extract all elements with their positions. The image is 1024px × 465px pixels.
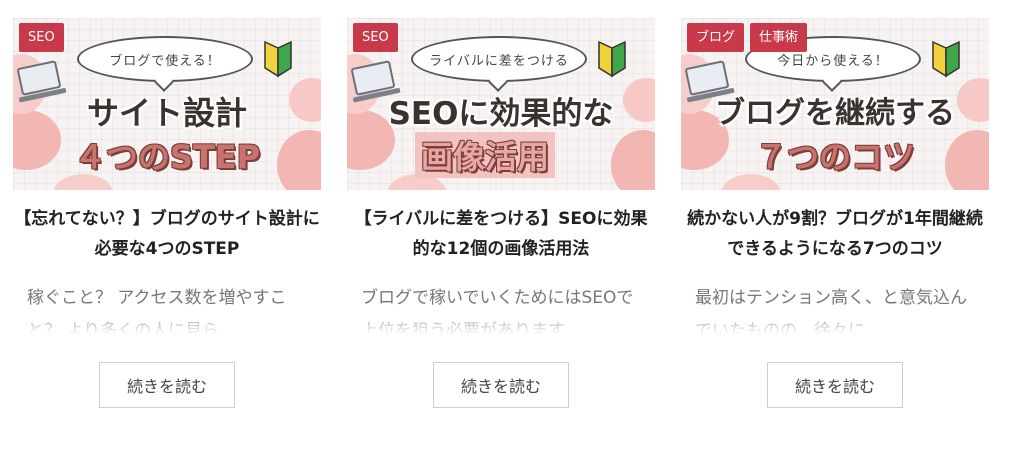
article-title[interactable]: 【ライバルに差をつける】SEOに効果的な12個の画像活用法 [347,204,655,264]
article-card: ブログで使える！ サイト設計 ４つのSTEP SEO 【忘れてない？】ブログのサ… [13,18,321,408]
category-tag[interactable]: SEO [353,23,398,52]
article-title[interactable]: 【忘れてない？】ブログのサイト設計に必要な4つのSTEP [13,204,321,264]
category-tags: SEO [353,23,398,52]
read-more-button[interactable]: 続きを読む [767,362,903,408]
category-tag[interactable]: ブログ [687,23,745,52]
thumbnail-subheadline: 画像活用 [415,132,556,178]
thumbnail-headline: サイト設計 [86,94,247,132]
article-excerpt: 稼ぐこと？ アクセス数を増やすこと？ より多くの人に見ら [27,288,287,338]
article-thumbnail[interactable]: 今日から使える！ ブログを継続する ７つのコツ ブログ 仕事術 [681,18,989,190]
thumbnail-subheadline: ７つのコツ [754,138,915,176]
category-tags: ブログ 仕事術 [687,23,808,52]
article-thumbnail[interactable]: ライバルに差をつける SEOに効果的な 画像活用 SEO [347,18,655,190]
thumbnail-subheadline: ４つのSTEP [73,138,261,176]
thumbnail-headline: ブログを継続する [715,96,955,131]
thumbnail-speech-bubble: ライバルに差をつける [411,36,587,82]
decorative-blob [611,130,655,190]
article-excerpt: 最初はテンション高く、と意気込んでいたものの、徐々に [695,288,967,338]
category-tag[interactable]: SEO [19,23,64,52]
category-tags: SEO [19,23,64,52]
article-excerpt: ブログで稼いでいくためにはSEOで上位を狙う必要があります [361,288,634,338]
beginner-mark-icon [598,40,626,78]
article-card: 今日から使える！ ブログを継続する ７つのコツ ブログ 仕事術 続かない人が9割… [681,18,989,408]
beginner-mark-icon [932,40,960,78]
article-card: ライバルに差をつける SEOに効果的な 画像活用 SEO 【ライバルに差をつける… [347,18,655,408]
read-more-button[interactable]: 続きを読む [433,362,569,408]
thumbnail-speech-bubble: ブログで使える！ [77,36,253,82]
article-thumbnail[interactable]: ブログで使える！ サイト設計 ４つのSTEP SEO [13,18,321,190]
thumbnail-headline: SEOに効果的な [388,96,614,132]
beginner-mark-icon [264,40,292,78]
article-title[interactable]: 続かない人が9割？ブログが1年間継続できるようになる7つのコツ [681,204,989,264]
read-more-button[interactable]: 続きを読む [99,362,235,408]
category-tag[interactable]: 仕事術 [750,23,808,52]
